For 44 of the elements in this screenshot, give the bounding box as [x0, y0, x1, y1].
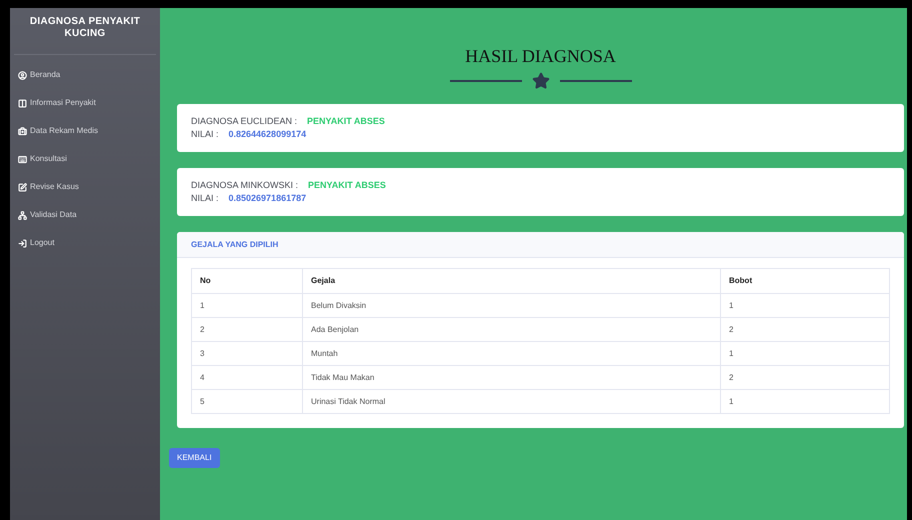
user-circle-icon — [18, 70, 27, 80]
keyboard-icon — [18, 154, 27, 164]
table-cell: 2 — [720, 318, 890, 342]
table-cell: Ada Benjolan — [302, 318, 720, 342]
network-icon — [18, 210, 27, 220]
column-header: No — [192, 268, 302, 294]
page-title: HASIL DIAGNOSA — [464, 46, 617, 66]
sidebar-item[interactable]: Informasi Penyakit — [14, 89, 156, 117]
table-cell: Urinasi Tidak Normal — [302, 390, 720, 414]
table-cell: Belum Divaksin — [302, 294, 720, 318]
briefcase-icon — [18, 126, 27, 136]
brand-title: DIAGNOSA PENYAKIT KUCING — [14, 16, 156, 55]
score-label: NILAI : — [191, 192, 219, 205]
diagnosis-value: PENYAKIT ABSES — [307, 115, 385, 128]
table-cell: 1 — [720, 294, 890, 318]
table-cell: 2 — [192, 318, 302, 342]
table-cell: 4 — [192, 366, 302, 390]
table-cell: 5 — [192, 390, 302, 414]
sidebar-item[interactable]: Logout — [14, 229, 156, 257]
table-cell: 2 — [720, 366, 890, 390]
sidebar-item[interactable]: Beranda — [14, 61, 156, 89]
table-cell: 1 — [192, 294, 302, 318]
table-cell: 1 — [720, 342, 890, 366]
sidebar-item[interactable]: Data Rekam Medis — [14, 117, 156, 145]
score-label: NILAI : — [191, 128, 219, 141]
login-icon — [18, 238, 27, 248]
score-value: 0.85026971861787 — [228, 192, 306, 205]
method-label: DIAGNOSA MINKOWSKI : — [191, 179, 298, 192]
table-cell: Tidak Mau Makan — [302, 366, 720, 390]
column-header: Bobot — [720, 268, 890, 294]
table-cell: 3 — [192, 342, 302, 366]
column-header: Gejala — [302, 268, 720, 294]
back-button[interactable]: KEMBALI — [169, 448, 220, 468]
card-title: GEJALA YANG DIPILIH — [191, 238, 278, 250]
sidebar-item[interactable]: Revise Kasus — [14, 173, 156, 201]
method-label: DIAGNOSA EUCLIDEAN : — [191, 115, 298, 128]
table-cell: Muntah — [302, 342, 720, 366]
sidebar-item[interactable]: Validasi Data — [14, 201, 156, 229]
score-value: 0.82644628099174 — [228, 128, 306, 141]
columns-icon — [18, 98, 27, 108]
diagnosis-value: PENYAKIT ABSES — [308, 179, 386, 192]
edit-icon — [18, 182, 27, 192]
sidebar-item[interactable]: Konsultasi — [14, 145, 156, 173]
table-cell: 1 — [720, 390, 890, 414]
